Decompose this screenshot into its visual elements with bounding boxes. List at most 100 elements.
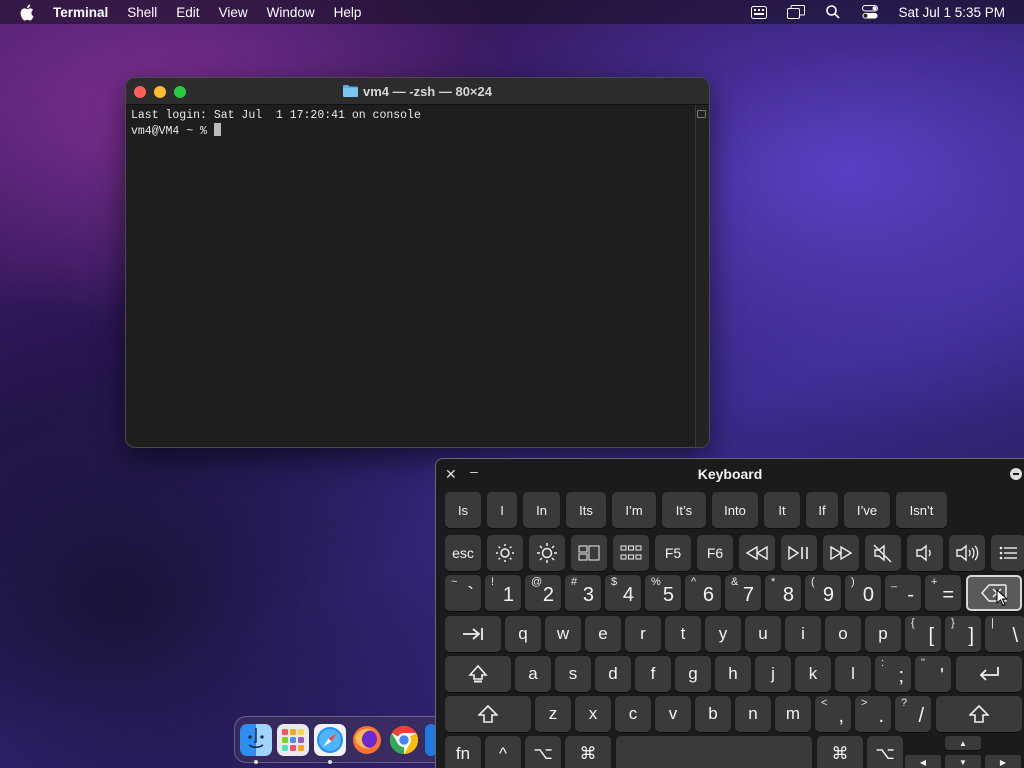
key-backtick[interactable]: ~ ` <box>445 575 481 611</box>
key-7[interactable]: & 7 <box>725 575 761 611</box>
key-a[interactable]: a <box>515 656 551 692</box>
key-r[interactable]: r <box>625 616 661 652</box>
terminal-titlebar[interactable]: vm4 — -zsh — 80×24 <box>126 78 709 105</box>
prediction-key[interactable]: If <box>806 492 838 528</box>
key-4[interactable]: $4 <box>605 575 641 611</box>
key-f[interactable]: f <box>635 656 671 692</box>
prediction-key[interactable]: I’ve <box>844 492 890 528</box>
launchpad-grid-icon[interactable] <box>613 535 649 571</box>
keyboard-input-icon[interactable] <box>750 4 768 20</box>
prediction-key[interactable]: It’s <box>662 492 706 528</box>
key-5[interactable]: % 5 <box>645 575 681 611</box>
key-o[interactable]: o <box>825 616 861 652</box>
tab-key[interactable] <box>445 616 501 652</box>
terminal-window[interactable]: vm4 — -zsh — 80×24 Last login: Sat Jul 1… <box>125 77 710 448</box>
prediction-key[interactable]: In <box>523 492 560 528</box>
rewind-icon[interactable] <box>739 535 775 571</box>
return-key[interactable] <box>956 656 1022 692</box>
terminal-prompt-line[interactable]: vm4@VM4 ~ % <box>131 123 704 139</box>
arrow-down-key[interactable]: ▼ <box>945 755 981 768</box>
prediction-key[interactable]: It <box>764 492 800 528</box>
launchpad-icon[interactable] <box>277 723 309 756</box>
key-2[interactable]: @2 <box>525 575 561 611</box>
right-command-key[interactable]: ⌘ <box>817 736 863 768</box>
menu-app-name[interactable]: Terminal <box>53 5 108 20</box>
menu-help[interactable]: Help <box>334 5 362 20</box>
fast-forward-icon[interactable] <box>823 535 859 571</box>
key-k[interactable]: k <box>795 656 831 692</box>
key-e[interactable]: e <box>585 616 621 652</box>
key-backslash[interactable]: | \ <box>985 616 1024 652</box>
terminal-output[interactable]: Last login: Sat Jul 1 17:20:41 on consol… <box>126 105 709 143</box>
key-equals[interactable]: + = <box>925 575 961 611</box>
key-u[interactable]: u <box>745 616 781 652</box>
menu-shell[interactable]: Shell <box>127 5 157 20</box>
prediction-key[interactable]: I <box>487 492 517 528</box>
space-bar[interactable] <box>616 736 812 768</box>
keyboard-minimize-icon[interactable]: – <box>470 463 478 479</box>
key-w[interactable]: w <box>545 616 581 652</box>
spotlight-search-icon[interactable] <box>824 4 842 20</box>
key-g[interactable]: g <box>675 656 711 692</box>
key-6[interactable]: ^ 6 <box>685 575 721 611</box>
key-period[interactable]: >. <box>855 696 891 732</box>
play-pause-icon[interactable] <box>781 535 817 571</box>
brightness-up-icon[interactable] <box>529 535 565 571</box>
terminal-scrollbar[interactable] <box>695 105 709 447</box>
keyboard-viewer[interactable]: ✕ – Keyboard Is I In It s I’m It’s Into I… <box>435 458 1024 768</box>
finder-icon[interactable] <box>240 723 272 764</box>
key-0[interactable]: ) 0 <box>845 575 881 611</box>
key-n[interactable]: n <box>735 696 771 732</box>
key-d[interactable]: d <box>595 656 631 692</box>
safari-icon[interactable] <box>314 723 346 764</box>
mission-control-icon[interactable] <box>571 535 607 571</box>
key-b[interactable]: b <box>695 696 731 732</box>
keyboard-options-icon[interactable] <box>1010 468 1022 480</box>
key-comma[interactable]: <, <box>815 696 851 732</box>
key-t[interactable]: t <box>665 616 701 652</box>
prediction-key[interactable]: Is <box>445 492 481 528</box>
key-open-bracket[interactable]: {[ <box>905 616 941 652</box>
key-1[interactable]: ! 1 <box>485 575 521 611</box>
key-z[interactable]: z <box>535 696 571 732</box>
key-x[interactable]: x <box>575 696 611 732</box>
chrome-icon[interactable] <box>388 724 420 756</box>
fn-key[interactable]: fn <box>445 736 481 768</box>
key-v[interactable]: v <box>655 696 691 732</box>
left-command-key[interactable]: ⌘ <box>565 736 611 768</box>
keyboard-titlebar[interactable]: ✕ – Keyboard <box>436 459 1024 489</box>
f6-key[interactable]: F6 <box>697 535 733 571</box>
arrow-right-key[interactable]: ▶ <box>985 755 1021 768</box>
key-3[interactable]: #3 <box>565 575 601 611</box>
control-key[interactable]: ^ <box>485 736 521 768</box>
menu-view[interactable]: View <box>219 5 248 20</box>
mute-icon[interactable] <box>865 535 901 571</box>
control-center-icon[interactable] <box>861 4 879 20</box>
prediction-key[interactable]: I’m <box>612 492 656 528</box>
prediction-key[interactable]: Isn’t <box>896 492 947 528</box>
key-close-bracket[interactable]: }] <box>945 616 981 652</box>
key-slash[interactable]: ? / <box>895 696 931 732</box>
window-close-button[interactable] <box>134 86 146 98</box>
key-semicolon[interactable]: :; <box>875 656 911 692</box>
window-minimize-button[interactable] <box>154 86 166 98</box>
keyboard-close-icon[interactable]: ✕ <box>445 466 457 483</box>
key-i[interactable]: i <box>785 616 821 652</box>
key-h[interactable]: h <box>715 656 751 692</box>
brightness-down-icon[interactable] <box>487 535 523 571</box>
left-option-key[interactable]: ⌥ <box>525 736 561 768</box>
key-p[interactable]: p <box>865 616 901 652</box>
key-quote[interactable]: " ' <box>915 656 951 692</box>
menu-clock[interactable]: Sat Jul 1 5:35 PM <box>898 5 1005 20</box>
window-zoom-button[interactable] <box>174 86 186 98</box>
key-8[interactable]: * 8 <box>765 575 801 611</box>
right-shift-key[interactable] <box>936 696 1022 732</box>
key-s[interactable]: s <box>555 656 591 692</box>
prediction-key[interactable]: Into <box>712 492 758 528</box>
right-option-key[interactable]: ⌥ <box>867 736 903 768</box>
left-shift-key[interactable] <box>445 696 531 732</box>
key-y[interactable]: y <box>705 616 741 652</box>
key-minus[interactable]: _ - <box>885 575 921 611</box>
firefox-icon[interactable] <box>351 724 383 756</box>
list-icon[interactable] <box>991 535 1024 571</box>
